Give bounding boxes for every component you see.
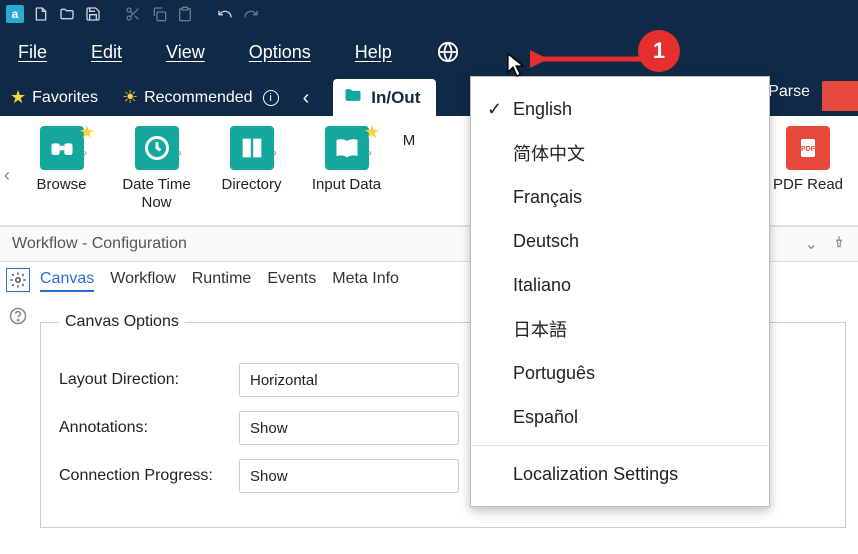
layout-direction-label: Layout Direction:: [59, 371, 239, 389]
outport-icon: ›: [367, 144, 372, 160]
clock-icon: [135, 126, 179, 170]
folder-icon: [343, 85, 363, 110]
pin-icon[interactable]: [832, 235, 846, 254]
tool-directory-label: Directory: [221, 176, 281, 194]
undo-icon[interactable]: [216, 5, 234, 23]
tool-pdf-read-label: PDF Read: [773, 176, 843, 194]
lang-item-japanese[interactable]: 日本語: [471, 307, 769, 351]
annotations-select[interactable]: Show: [239, 411, 459, 445]
config-sidebar: [0, 262, 36, 548]
star-icon: ★: [79, 122, 95, 143]
connection-progress-label: Connection Progress:: [59, 467, 239, 485]
open-book-icon: [325, 126, 369, 170]
tool-datetime-label: Date Time Now: [109, 176, 204, 212]
svg-text:PDF: PDF: [801, 146, 816, 153]
tab-workflow[interactable]: Workflow: [110, 270, 176, 292]
favorites-tab[interactable]: ★ Favorites: [10, 87, 98, 116]
copy-icon[interactable]: [150, 5, 168, 23]
outport-icon: ›: [272, 144, 277, 160]
lang-item-italian[interactable]: Italiano: [471, 263, 769, 307]
tab-in-out-label: In/Out: [371, 88, 420, 108]
book-icon: [230, 126, 274, 170]
ribbon-prev-icon[interactable]: ‹: [303, 87, 310, 116]
menu-help[interactable]: Help: [355, 42, 392, 63]
tool-partial[interactable]: M: [394, 126, 424, 150]
lang-item-spanish[interactable]: Español: [471, 395, 769, 439]
help-icon[interactable]: [6, 304, 30, 328]
redo-icon[interactable]: [242, 5, 260, 23]
menu-bar: File Edit View Options Help: [0, 28, 858, 76]
menu-options[interactable]: Options: [249, 42, 311, 63]
tool-datetime[interactable]: › Date Time Now: [109, 126, 204, 212]
tool-directory[interactable]: › Directory: [204, 126, 299, 194]
config-title: Workflow - Configuration: [12, 235, 187, 253]
tool-input-data[interactable]: ★ › Input Data: [299, 126, 394, 194]
language-menu: ✓English 简体中文 Français Deutsch Italiano …: [470, 76, 770, 507]
tool-browse-label: Browse: [36, 176, 86, 194]
gear-icon[interactable]: [6, 268, 30, 292]
pdf-icon: PDF: [786, 126, 830, 170]
star-icon: ★: [364, 122, 380, 143]
lang-item-german[interactable]: Deutsch: [471, 219, 769, 263]
tool-browse[interactable]: ★ › Browse: [14, 126, 109, 194]
tab-in-out[interactable]: In/Out: [333, 79, 436, 116]
paste-icon[interactable]: [176, 5, 194, 23]
cursor-icon: [506, 52, 526, 83]
tool-pdf-read[interactable]: PDF PDF Read: [768, 126, 848, 194]
tool-input-data-label: Input Data: [312, 176, 381, 194]
menu-edit[interactable]: Edit: [91, 42, 122, 63]
tab-events[interactable]: Events: [267, 270, 316, 292]
lang-item-portuguese[interactable]: Português: [471, 351, 769, 395]
title-bar: a: [0, 0, 858, 28]
tab-meta-info[interactable]: Meta Info: [332, 270, 399, 292]
app-icon: a: [6, 5, 24, 23]
lang-item-chinese[interactable]: 简体中文: [471, 131, 769, 175]
outport-icon: ›: [177, 144, 182, 160]
binoculars-icon: [40, 126, 84, 170]
new-file-icon[interactable]: [32, 5, 50, 23]
tab-runtime[interactable]: Runtime: [192, 270, 252, 292]
cut-icon[interactable]: [124, 5, 142, 23]
canvas-options-legend: Canvas Options: [59, 313, 185, 331]
tab-canvas[interactable]: Canvas: [40, 270, 94, 292]
palette-prev-icon[interactable]: ‹: [0, 165, 14, 186]
favorites-label: Favorites: [32, 89, 98, 107]
parse-tab[interactable]: Parse: [764, 83, 822, 109]
menu-view[interactable]: View: [166, 42, 205, 63]
outport-icon: ›: [82, 144, 87, 160]
ribbon-red-tab[interactable]: [822, 81, 858, 111]
lang-item-french[interactable]: Français: [471, 175, 769, 219]
lang-item-settings[interactable]: Localization Settings: [471, 452, 769, 496]
tool-partial-label: M: [403, 132, 416, 150]
menu-file[interactable]: File: [18, 42, 47, 63]
open-icon[interactable]: [58, 5, 76, 23]
star-icon: ★: [10, 87, 26, 108]
recommended-label: Recommended: [144, 89, 253, 107]
menu-separator: [471, 445, 769, 446]
language-icon[interactable]: [436, 40, 460, 64]
annotations-label: Annotations:: [59, 419, 239, 437]
chevron-down-icon[interactable]: ⌄: [805, 234, 818, 254]
lightbulb-icon: ☀: [122, 87, 138, 108]
layout-direction-select[interactable]: Horizontal: [239, 363, 459, 397]
check-icon: ✓: [487, 99, 513, 120]
save-icon[interactable]: [84, 5, 102, 23]
info-icon: i: [263, 90, 279, 106]
recommended-tab[interactable]: ☀ Recommended i: [122, 87, 279, 116]
step-badge-1: 1: [638, 30, 680, 72]
lang-item-english[interactable]: ✓English: [471, 87, 769, 131]
connection-progress-select[interactable]: Show: [239, 459, 459, 493]
